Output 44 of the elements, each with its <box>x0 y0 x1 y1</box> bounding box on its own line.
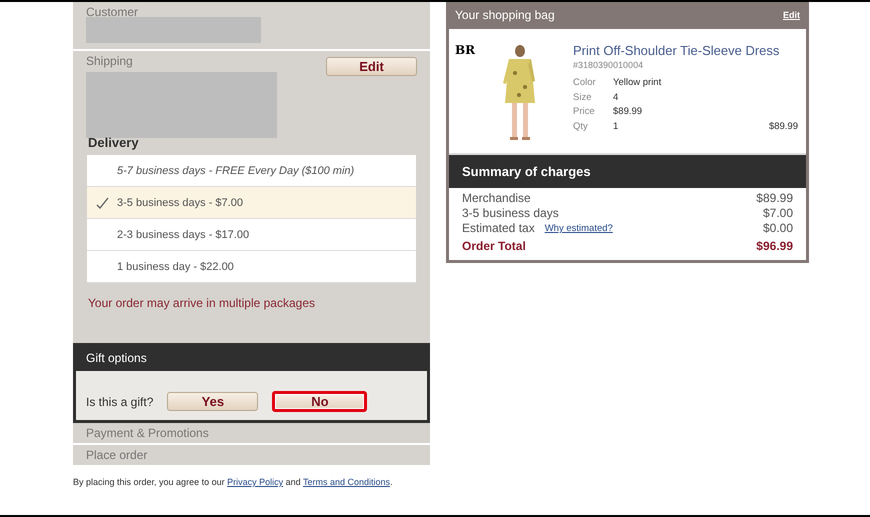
delivery-option[interactable]: 3-5 business days - $7.00 <box>87 187 416 219</box>
total-value: $96.99 <box>756 239 793 254</box>
charge-label: Merchandise <box>462 191 531 206</box>
attribute-label: Size <box>573 90 592 104</box>
charge-label: Estimated tax <box>462 221 535 236</box>
charge-label: 3-5 business days <box>462 206 559 221</box>
attribute-value: 4 <box>613 90 620 104</box>
charge-value: $7.00 <box>762 206 793 221</box>
option-label: 2-3 business days - $17.00 <box>117 228 250 240</box>
charge-value: $89.99 <box>756 191 793 206</box>
delivery-heading: Delivery <box>88 135 140 150</box>
attribute-value: $89.99 <box>613 105 644 119</box>
attribute-value: 1 <box>613 120 620 134</box>
attribute-value: Yellow print <box>613 76 662 90</box>
option-label: 5-7 business days - FREE Every Day ($100 min) <box>117 164 354 176</box>
edit-link[interactable]: Edit <box>783 10 800 20</box>
charge-value: $0.00 <box>762 221 793 236</box>
line-total: $89.99 <box>768 120 798 134</box>
section-title: Customer <box>86 5 140 19</box>
gift-choice-button[interactable]: No <box>272 391 368 412</box>
summary-title: Summary of charges <box>449 155 806 188</box>
option-label: 3-5 business days - $7.00 <box>117 196 243 208</box>
product-sku: #3180390010004 <box>573 60 644 70</box>
attribute-label: Color <box>573 76 597 90</box>
delivery-option[interactable]: 2-3 business days - $17.00 <box>87 219 416 251</box>
brand-logo: BR <box>455 43 476 57</box>
gift-question: Is this a gift? <box>86 394 154 408</box>
delivery-option[interactable]: 1 business day - $22.00 <box>87 251 416 283</box>
option-label: 1 business day - $22.00 <box>117 260 234 272</box>
terms-link[interactable]: Terms and Conditions <box>303 477 390 487</box>
attribute-label: Qty <box>573 120 589 134</box>
total-label: Order Total <box>462 239 526 254</box>
edit-button[interactable]: Edit <box>326 57 417 76</box>
panel-title: Your shopping bag <box>455 8 555 22</box>
gift-choice-button[interactable]: Yes <box>167 392 258 411</box>
check-icon <box>96 196 108 208</box>
privacy-policy-link[interactable]: Privacy Policy <box>227 477 284 487</box>
product-name[interactable]: Print Off-Shoulder Tie-Sleeve Dress <box>573 43 798 58</box>
delivery-note: Your order may arrive in multiple packages <box>88 296 316 310</box>
agreement-text: By placing this order, you agree to our Privacy Policy and Terms and Conditions. <box>73 477 394 487</box>
panel-title: Gift options <box>85 350 148 367</box>
why-estimated-link[interactable]: Why estimated? <box>544 221 613 236</box>
section-title: Shipping <box>86 54 133 68</box>
attribute-label: Price <box>573 105 596 119</box>
